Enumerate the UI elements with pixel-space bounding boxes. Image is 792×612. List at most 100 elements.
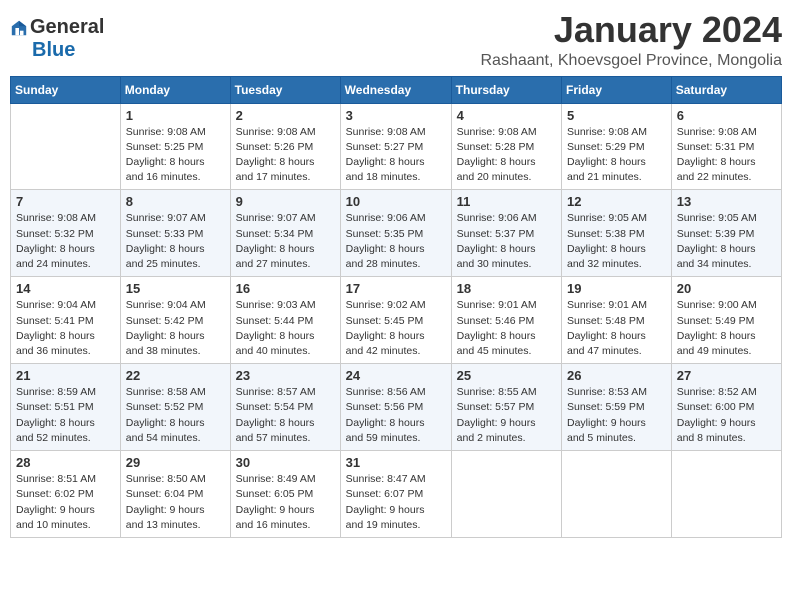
day-number: 25 xyxy=(457,368,556,383)
weekday-header: Sunday xyxy=(11,76,121,103)
day-number: 4 xyxy=(457,108,556,123)
calendar-cell: 12Sunrise: 9:05 AM Sunset: 5:38 PM Dayli… xyxy=(562,190,672,277)
day-info: Sunrise: 9:01 AM Sunset: 5:48 PM Dayligh… xyxy=(567,298,666,359)
day-number: 31 xyxy=(346,455,446,470)
day-number: 29 xyxy=(126,455,225,470)
calendar-cell: 2Sunrise: 9:08 AM Sunset: 5:26 PM Daylig… xyxy=(230,103,340,190)
calendar-cell: 25 Sunrise: 8:55 AM Sunset: 5:57 PM Dayli… xyxy=(451,364,561,451)
calendar-cell: 1 Sunrise: 9:08 AM Sunset: 5:25 PM Daylig… xyxy=(120,103,230,190)
calendar-cell xyxy=(451,451,561,538)
calendar-cell xyxy=(11,103,121,190)
day-info: Sunrise: 9:04 AM Sunset: 5:42 PM Dayligh… xyxy=(126,298,225,359)
day-number: 9 xyxy=(236,194,335,209)
location-subtitle: Rashaant, Khoevsgoel Province, Mongolia xyxy=(480,52,782,70)
calendar-cell xyxy=(671,451,781,538)
day-number: 18 xyxy=(457,281,556,296)
weekday-header: Wednesday xyxy=(340,76,451,103)
logo-icon xyxy=(10,19,28,37)
day-number: 5 xyxy=(567,108,666,123)
day-number: 19 xyxy=(567,281,666,296)
day-number: 26 xyxy=(567,368,666,383)
calendar-cell: 9 Sunrise: 9:07 AM Sunset: 5:34 PM Daylig… xyxy=(230,190,340,277)
calendar-cell: 31 Sunrise: 8:47 AM Sunset: 6:07 PM Dayli… xyxy=(340,451,451,538)
day-info: Sunrise: 8:59 AM Sunset: 5:51 PM Dayligh… xyxy=(16,385,115,446)
weekday-header: Saturday xyxy=(671,76,781,103)
calendar-cell: 17 Sunrise: 9:02 AM Sunset: 5:45 PM Dayli… xyxy=(340,277,451,364)
day-info: Sunrise: 9:06 AM Sunset: 5:37 PM Dayligh… xyxy=(457,211,556,272)
day-number: 23 xyxy=(236,368,335,383)
day-info: Sunrise: 9:05 AM Sunset: 5:38 PM Dayligh… xyxy=(567,211,666,272)
day-info: Sunrise: 8:49 AM Sunset: 6:05 PM Dayligh… xyxy=(236,472,335,533)
day-number: 6 xyxy=(677,108,776,123)
calendar-cell: 28 Sunrise: 8:51 AM Sunset: 6:02 PM Dayli… xyxy=(11,451,121,538)
weekday-header-row: SundayMondayTuesdayWednesdayThursdayFrid… xyxy=(11,76,782,103)
day-number: 21 xyxy=(16,368,115,383)
calendar-cell: 10Sunrise: 9:06 AM Sunset: 5:35 PM Dayli… xyxy=(340,190,451,277)
day-number: 28 xyxy=(16,455,115,470)
weekday-header: Thursday xyxy=(451,76,561,103)
day-info: Sunrise: 8:52 AM Sunset: 6:00 PM Dayligh… xyxy=(677,385,776,446)
calendar-cell: 23 Sunrise: 8:57 AM Sunset: 5:54 PM Dayli… xyxy=(230,364,340,451)
calendar-cell: 29 Sunrise: 8:50 AM Sunset: 6:04 PM Dayli… xyxy=(120,451,230,538)
calendar-week-row: 1 Sunrise: 9:08 AM Sunset: 5:25 PM Daylig… xyxy=(11,103,782,190)
calendar-cell: 26Sunrise: 8:53 AM Sunset: 5:59 PM Dayli… xyxy=(562,364,672,451)
day-number: 22 xyxy=(126,368,225,383)
day-number: 14 xyxy=(16,281,115,296)
day-number: 8 xyxy=(126,194,225,209)
day-number: 20 xyxy=(677,281,776,296)
day-info: Sunrise: 9:00 AM Sunset: 5:49 PM Dayligh… xyxy=(677,298,776,359)
calendar-cell: 20 Sunrise: 9:00 AM Sunset: 5:49 PM Dayli… xyxy=(671,277,781,364)
calendar-cell: 6 Sunrise: 9:08 AM Sunset: 5:31 PM Daylig… xyxy=(671,103,781,190)
calendar-week-row: 14 Sunrise: 9:04 AM Sunset: 5:41 PM Dayli… xyxy=(11,277,782,364)
weekday-header: Tuesday xyxy=(230,76,340,103)
day-info: Sunrise: 9:07 AM Sunset: 5:34 PM Dayligh… xyxy=(236,211,335,272)
calendar-cell: 18 Sunrise: 9:01 AM Sunset: 5:46 PM Dayli… xyxy=(451,277,561,364)
day-number: 7 xyxy=(16,194,115,209)
calendar-cell: 14 Sunrise: 9:04 AM Sunset: 5:41 PM Dayli… xyxy=(11,277,121,364)
day-info: Sunrise: 9:08 AM Sunset: 5:31 PM Dayligh… xyxy=(677,125,776,186)
day-number: 13 xyxy=(677,194,776,209)
calendar-week-row: 7 Sunrise: 9:08 AM Sunset: 5:32 PM Daylig… xyxy=(11,190,782,277)
day-number: 27 xyxy=(677,368,776,383)
day-number: 15 xyxy=(126,281,225,296)
calendar-cell: 30 Sunrise: 8:49 AM Sunset: 6:05 PM Dayli… xyxy=(230,451,340,538)
day-info: Sunrise: 8:58 AM Sunset: 5:52 PM Dayligh… xyxy=(126,385,225,446)
day-info: Sunrise: 9:08 AM Sunset: 5:28 PM Dayligh… xyxy=(457,125,556,186)
calendar-cell: 16 Sunrise: 9:03 AM Sunset: 5:44 PM Dayli… xyxy=(230,277,340,364)
day-info: Sunrise: 9:01 AM Sunset: 5:46 PM Dayligh… xyxy=(457,298,556,359)
day-info: Sunrise: 8:50 AM Sunset: 6:04 PM Dayligh… xyxy=(126,472,225,533)
day-info: Sunrise: 8:51 AM Sunset: 6:02 PM Dayligh… xyxy=(16,472,115,533)
day-info: Sunrise: 9:05 AM Sunset: 5:39 PM Dayligh… xyxy=(677,211,776,272)
day-info: Sunrise: 9:08 AM Sunset: 5:32 PM Dayligh… xyxy=(16,211,115,272)
day-number: 30 xyxy=(236,455,335,470)
day-info: Sunrise: 9:03 AM Sunset: 5:44 PM Dayligh… xyxy=(236,298,335,359)
day-number: 2 xyxy=(236,108,335,123)
calendar-cell xyxy=(562,451,672,538)
day-number: 11 xyxy=(457,194,556,209)
logo: General Blue xyxy=(10,16,104,62)
calendar-cell: 4 Sunrise: 9:08 AM Sunset: 5:28 PM Daylig… xyxy=(451,103,561,190)
weekday-header: Monday xyxy=(120,76,230,103)
day-number: 24 xyxy=(346,368,446,383)
title-area: January 2024 Rashaant, Khoevsgoel Provin… xyxy=(480,10,782,70)
day-info: Sunrise: 9:04 AM Sunset: 5:41 PM Dayligh… xyxy=(16,298,115,359)
calendar-cell: 5 Sunrise: 9:08 AM Sunset: 5:29 PM Daylig… xyxy=(562,103,672,190)
calendar-cell: 22 Sunrise: 8:58 AM Sunset: 5:52 PM Dayli… xyxy=(120,364,230,451)
logo-general-text: General xyxy=(30,16,104,39)
day-info: Sunrise: 9:02 AM Sunset: 5:45 PM Dayligh… xyxy=(346,298,446,359)
day-number: 17 xyxy=(346,281,446,296)
calendar-week-row: 21 Sunrise: 8:59 AM Sunset: 5:51 PM Dayli… xyxy=(11,364,782,451)
calendar-cell: 3Sunrise: 9:08 AM Sunset: 5:27 PM Daylig… xyxy=(340,103,451,190)
day-info: Sunrise: 9:08 AM Sunset: 5:29 PM Dayligh… xyxy=(567,125,666,186)
day-number: 3 xyxy=(346,108,446,123)
calendar-cell: 7 Sunrise: 9:08 AM Sunset: 5:32 PM Daylig… xyxy=(11,190,121,277)
day-number: 1 xyxy=(126,108,225,123)
day-info: Sunrise: 8:55 AM Sunset: 5:57 PM Dayligh… xyxy=(457,385,556,446)
calendar-cell: 13 Sunrise: 9:05 AM Sunset: 5:39 PM Dayli… xyxy=(671,190,781,277)
day-info: Sunrise: 8:47 AM Sunset: 6:07 PM Dayligh… xyxy=(346,472,446,533)
day-number: 16 xyxy=(236,281,335,296)
day-info: Sunrise: 9:08 AM Sunset: 5:25 PM Dayligh… xyxy=(126,125,225,186)
calendar-cell: 15 Sunrise: 9:04 AM Sunset: 5:42 PM Dayli… xyxy=(120,277,230,364)
calendar-cell: 21 Sunrise: 8:59 AM Sunset: 5:51 PM Dayli… xyxy=(11,364,121,451)
day-info: Sunrise: 8:57 AM Sunset: 5:54 PM Dayligh… xyxy=(236,385,335,446)
